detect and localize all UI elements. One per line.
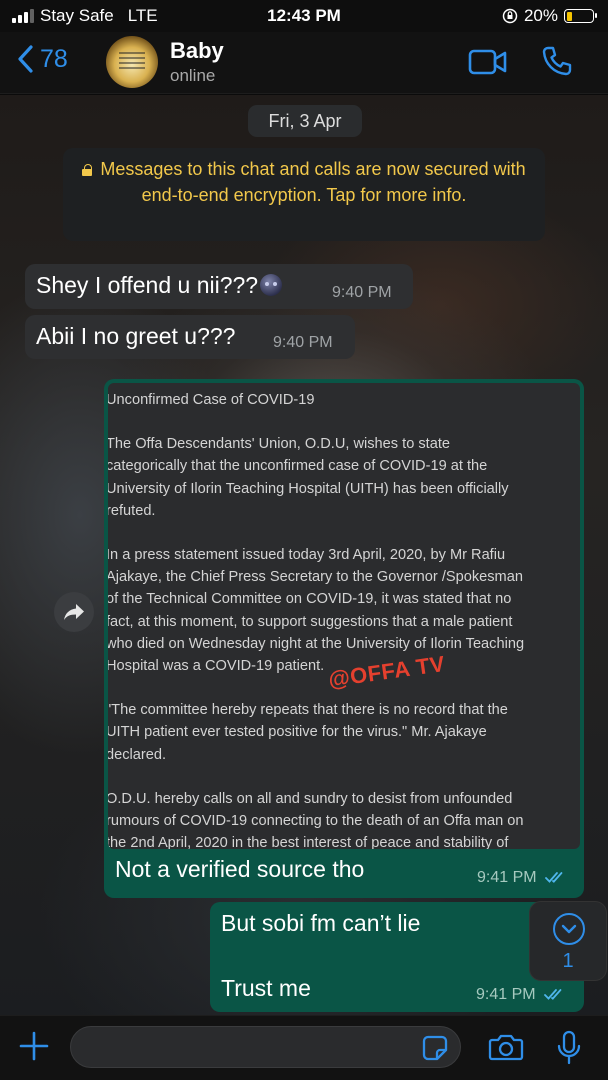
image-text-paragraph: "The committee hereby repeats that there… bbox=[108, 699, 580, 766]
incoming-message[interactable]: Abii I no greet u??? 9:40 PM bbox=[25, 315, 355, 359]
message-text-line: But sobi fm can’t lie bbox=[221, 910, 421, 936]
unread-count: 1 bbox=[562, 950, 574, 972]
forward-arrow-icon bbox=[64, 604, 84, 620]
phone-icon[interactable] bbox=[540, 44, 574, 78]
battery-icon bbox=[564, 9, 597, 23]
avatar[interactable] bbox=[106, 36, 158, 88]
image-text-line: categorically that the unconfirmed case … bbox=[108, 458, 488, 475]
image-text-line: Ajakaye, the Chief Press Secretary to th… bbox=[108, 569, 523, 586]
back-button[interactable]: 78 bbox=[16, 44, 68, 74]
message-time: 9:40 PM bbox=[332, 284, 392, 301]
status-bar: Stay Safe LTE 12:43 PM 20% bbox=[0, 0, 608, 32]
unread-chats-count: 78 bbox=[40, 44, 68, 73]
orientation-lock-icon bbox=[502, 8, 518, 24]
sticker-icon[interactable] bbox=[422, 1035, 448, 1061]
message-time: 9:40 PM bbox=[273, 334, 333, 351]
image-caption: Not a verified source tho bbox=[115, 856, 365, 882]
image-text-title: Unconfirmed Case of COVID-19 bbox=[108, 392, 315, 408]
image-text-line: UITH patient ever tested positive for th… bbox=[108, 724, 487, 741]
contact-status: online bbox=[170, 66, 216, 85]
image-text-line: O.D.U. hereby calls on all and sundry to… bbox=[108, 790, 513, 807]
message-text: Abii I no greet u??? bbox=[36, 323, 236, 349]
image-text-line: who died on Wednesday night at the Unive… bbox=[108, 635, 525, 652]
camera-icon[interactable] bbox=[488, 1032, 524, 1062]
chevron-down-icon bbox=[553, 913, 585, 945]
message-text-line: Trust me bbox=[221, 975, 311, 1001]
chevron-left-icon bbox=[18, 45, 33, 73]
image-text-line: "The committee hereby repeats that there… bbox=[108, 702, 508, 719]
status-right: 20% bbox=[502, 6, 597, 26]
image-text-line: The Offa Descendants' Union, O.D.U, wish… bbox=[108, 436, 451, 453]
chat-header: 78 Baby online bbox=[0, 32, 608, 94]
input-bar bbox=[0, 1015, 608, 1080]
incoming-message[interactable]: Shey I offend u nii??? 9:40 PM bbox=[25, 264, 413, 309]
shared-image[interactable]: Unconfirmed Case of COVID-19 The Offa De… bbox=[108, 383, 580, 849]
scroll-to-bottom-button[interactable]: 1 bbox=[529, 901, 607, 981]
image-text-line: rumours of COVID-19 connecting to the de… bbox=[108, 813, 524, 830]
image-text-line: refuted. bbox=[108, 502, 156, 519]
encryption-notice[interactable]: Messages to this chat and calls are now … bbox=[63, 148, 545, 241]
image-text-line: In a press statement issued today 3rd Ap… bbox=[108, 547, 506, 564]
message-status: 9:41 PM bbox=[476, 986, 566, 1004]
image-text-line: of the Technical Committee on COVID-19, … bbox=[108, 591, 512, 608]
new-moon-face-emoji-icon bbox=[260, 274, 283, 296]
message-text: Shey I offend u nii??? bbox=[36, 272, 259, 298]
image-text-line: University of Ilorin Teaching Hospital (… bbox=[108, 480, 509, 497]
lock-icon bbox=[82, 164, 93, 176]
message-time: 9:41 PM bbox=[476, 986, 536, 1003]
contact-name[interactable]: Baby bbox=[170, 38, 224, 64]
outgoing-message[interactable]: But sobi fm can’t lie Trust me 9:41 PM bbox=[210, 902, 584, 1012]
double-check-read-icon bbox=[545, 872, 563, 883]
encryption-notice-text: Messages to this chat and calls are now … bbox=[100, 159, 526, 205]
image-text-line: the 2nd April, 2020 in the best interest… bbox=[108, 835, 509, 849]
video-call-icon[interactable] bbox=[468, 48, 508, 76]
image-text-line: declared. bbox=[108, 746, 167, 763]
outgoing-image-message[interactable]: Unconfirmed Case of COVID-19 The Offa De… bbox=[104, 379, 584, 898]
forward-button[interactable] bbox=[54, 592, 94, 632]
chat-area[interactable]: Fri, 3 Apr Messages to this chat and cal… bbox=[0, 95, 608, 1015]
message-time: 9:41 PM bbox=[477, 869, 537, 886]
double-check-read-icon bbox=[544, 989, 562, 1000]
microphone-icon[interactable] bbox=[556, 1030, 582, 1066]
image-text-paragraph: O.D.U. hereby calls on all and sundry to… bbox=[108, 788, 580, 849]
date-chip: Fri, 3 Apr bbox=[248, 105, 362, 137]
message-input[interactable] bbox=[70, 1026, 461, 1068]
image-text-paragraph: The Offa Descendants' Union, O.D.U, wish… bbox=[108, 433, 580, 522]
image-text-line: fact, at this moment, to support suggest… bbox=[108, 613, 513, 630]
battery-percent: 20% bbox=[523, 6, 558, 25]
image-text-paragraph: In a press statement issued today 3rd Ap… bbox=[108, 544, 580, 677]
message-status: 9:41 PM bbox=[477, 869, 567, 887]
plus-icon[interactable] bbox=[18, 1030, 50, 1062]
